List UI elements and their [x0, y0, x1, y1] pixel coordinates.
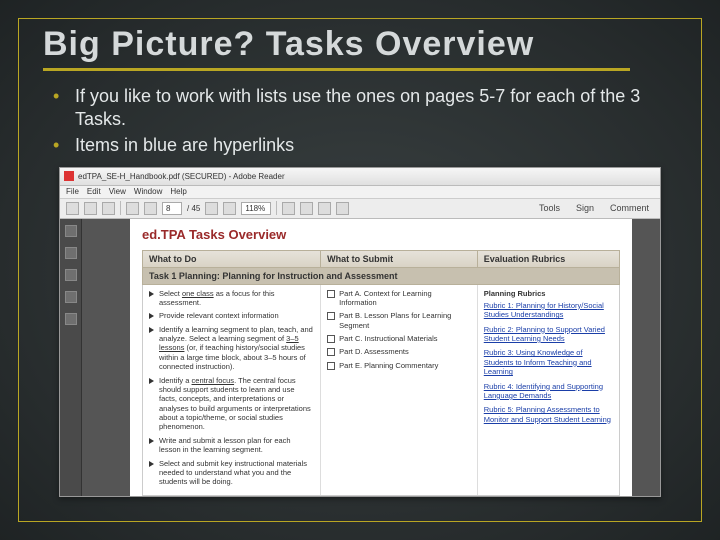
rubric-link[interactable]: Rubric 1: Planning for History/Social St… — [484, 301, 613, 320]
rubric-link[interactable]: Rubric 3: Using Knowledge of Students to… — [484, 348, 613, 376]
bullet-list: If you like to work with lists use the o… — [53, 85, 671, 157]
checklist-item: Part B. Lesson Plans for Learning Segmen… — [327, 311, 471, 330]
menu-file[interactable]: File — [66, 187, 79, 196]
zoom-field[interactable]: 118% — [241, 202, 271, 215]
rubric-link[interactable]: Rubric 5: Planning Assessments to Monito… — [484, 405, 613, 424]
table-body: Select one class as a focus for this ass… — [142, 285, 620, 496]
menu-help[interactable]: Help — [170, 187, 186, 196]
email-icon[interactable] — [102, 202, 115, 215]
document-heading: ed.TPA Tasks Overview — [142, 227, 620, 242]
menubar: File Edit View Window Help — [60, 186, 660, 199]
menu-window[interactable]: Window — [134, 187, 162, 196]
page-gutter-left — [82, 219, 130, 496]
save-icon[interactable] — [66, 202, 79, 215]
window-title: edTPA_SE-H_Handbook.pdf (SECURED) - Adob… — [78, 172, 285, 181]
tab-sign[interactable]: Sign — [571, 202, 599, 214]
checklist-item: Part E. Planning Commentary — [327, 361, 471, 370]
embedded-pdf-screenshot: edTPA_SE-H_Handbook.pdf (SECURED) - Adob… — [59, 167, 661, 497]
pdf-body: ed.TPA Tasks Overview What to Do What to… — [60, 219, 660, 496]
slide-title: Big Picture? Tasks Overview — [43, 25, 677, 64]
list-item: Provide relevant context information — [149, 311, 314, 320]
sidebar-nav — [60, 219, 82, 496]
toolbar: 8 / 45 118% Tools Sign Comment — [60, 199, 660, 219]
bullet-item: If you like to work with lists use the o… — [53, 85, 671, 130]
separator — [276, 201, 277, 215]
bullet-item: Items in blue are hyperlinks — [53, 134, 671, 157]
rubrics-heading: Planning Rubrics — [484, 289, 613, 298]
list-item: Identify a central focus. The central fo… — [149, 376, 314, 432]
separator — [120, 201, 121, 215]
list-item: Select one class as a focus for this ass… — [149, 289, 314, 308]
title-underline — [43, 68, 630, 71]
col-header: Evaluation Rubrics — [478, 251, 619, 267]
page-gutter-right — [632, 219, 660, 496]
page-up-icon[interactable] — [126, 202, 139, 215]
tool-icon[interactable] — [318, 202, 331, 215]
tab-tools[interactable]: Tools — [534, 202, 565, 214]
adobe-reader-icon — [64, 171, 74, 181]
checklist-item: Part A. Context for Learning Information — [327, 289, 471, 308]
layers-icon[interactable] — [65, 313, 77, 325]
side-panel-tabs: Tools Sign Comment — [534, 202, 654, 214]
tool-icon[interactable] — [336, 202, 349, 215]
task-heading-bar: Task 1 Planning: Planning for Instructio… — [142, 268, 620, 285]
bookmarks-icon[interactable] — [65, 247, 77, 259]
thumbnails-icon[interactable] — [65, 225, 77, 237]
menu-edit[interactable]: Edit — [87, 187, 101, 196]
window-titlebar: edTPA_SE-H_Handbook.pdf (SECURED) - Adob… — [60, 168, 660, 186]
what-to-do-col: Select one class as a focus for this ass… — [143, 285, 321, 495]
checklist-item: Part D. Assessments — [327, 347, 471, 356]
page-total: / 45 — [187, 204, 200, 213]
tool-icon[interactable] — [300, 202, 313, 215]
zoom-in-icon[interactable] — [223, 202, 236, 215]
print-icon[interactable] — [84, 202, 97, 215]
col-header: What to Do — [143, 251, 321, 267]
signatures-icon[interactable] — [65, 291, 77, 303]
attachments-icon[interactable] — [65, 269, 77, 281]
rubric-link[interactable]: Rubric 4: Identifying and Supporting Lan… — [484, 382, 613, 401]
pdf-page: ed.TPA Tasks Overview What to Do What to… — [130, 219, 632, 496]
tab-comment[interactable]: Comment — [605, 202, 654, 214]
list-item: Write and submit a lesson plan for each … — [149, 436, 314, 455]
table-header-row: What to Do What to Submit Evaluation Rub… — [142, 250, 620, 268]
list-item: Identify a learning segment to plan, tea… — [149, 325, 314, 372]
what-to-submit-col: Part A. Context for Learning Information… — [321, 285, 478, 495]
rubrics-col: Planning Rubrics Rubric 1: Planning for … — [478, 285, 619, 495]
slide-frame: Big Picture? Tasks Overview If you like … — [18, 18, 702, 522]
list-item: Select and submit key instructional mate… — [149, 459, 314, 487]
page-number-field[interactable]: 8 — [162, 202, 182, 215]
page-down-icon[interactable] — [144, 202, 157, 215]
zoom-out-icon[interactable] — [205, 202, 218, 215]
col-header: What to Submit — [321, 251, 478, 267]
rubric-link[interactable]: Rubric 2: Planning to Support Varied Stu… — [484, 325, 613, 344]
menu-view[interactable]: View — [109, 187, 126, 196]
checklist-item: Part C. Instructional Materials — [327, 334, 471, 343]
tool-icon[interactable] — [282, 202, 295, 215]
